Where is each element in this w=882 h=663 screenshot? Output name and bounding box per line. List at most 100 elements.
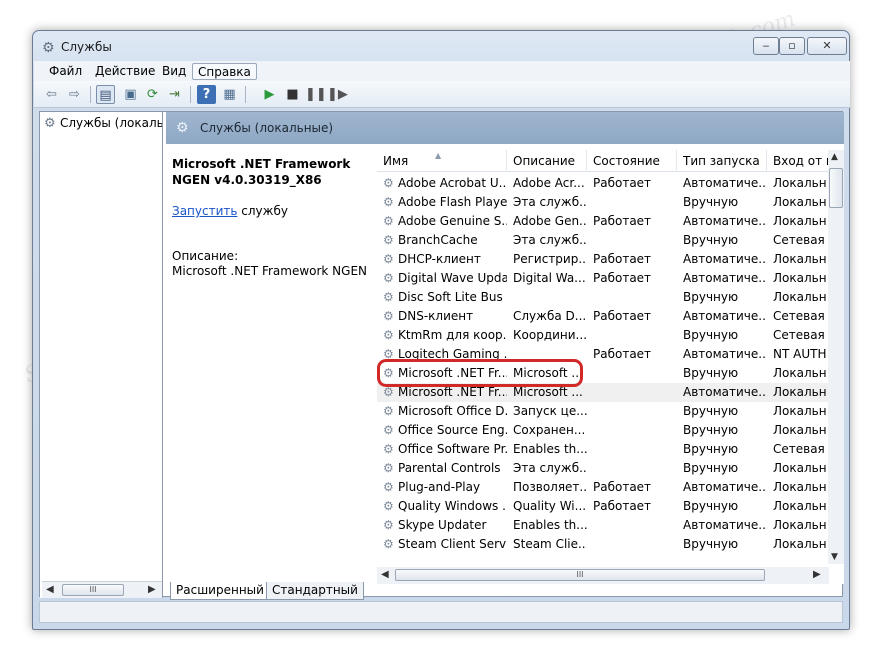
menu-view[interactable]: Вид (157, 63, 191, 80)
gear-icon: ⚙ (383, 442, 394, 456)
table-row[interactable]: ⚙ BranchCache Эта служб... Вручную Сетевая с (377, 231, 829, 250)
table-row[interactable]: ⚙ Disc Soft Lite Bus ... Вручную Локальн (377, 288, 829, 307)
cell-description: Регистрир... (513, 252, 587, 266)
cell-description: Эта служб... (513, 233, 587, 247)
cell-startup-type: Автоматиче... (683, 480, 767, 494)
cell-logon: Локальн (773, 366, 827, 380)
menu-action[interactable]: Действие (90, 63, 160, 80)
scroll-right-icon[interactable]: ▶ (813, 569, 821, 580)
table-row[interactable]: ⚙ Steam Client Servi... Steam Clie... Вручн… (377, 535, 829, 554)
gear-icon: ⚙ (383, 328, 394, 342)
close-button[interactable]: ✕ (807, 37, 847, 55)
column-header-status[interactable]: Состояние (587, 150, 677, 172)
table-row[interactable]: ⚙ Digital Wave Upda... Digital Wa... Работа… (377, 269, 829, 288)
gear-icon: ⚙ (383, 271, 394, 285)
cell-name: ⚙ BranchCache (383, 231, 507, 250)
minimize-button[interactable]: ‒ (753, 37, 779, 55)
cell-status: Работает (593, 271, 652, 285)
scroll-right-icon[interactable]: ▶ (148, 584, 156, 595)
start-service-link[interactable]: Запустить (172, 204, 237, 218)
cell-logon: Локальн (773, 271, 827, 285)
cell-description: Enables th... (513, 518, 587, 532)
scroll-up-icon[interactable]: ▲ (831, 152, 838, 162)
tab-extended[interactable]: Расширенный (170, 582, 270, 600)
table-row[interactable]: ⚙ Plug-and-Play Позволяет... Работает Автома… (377, 478, 829, 497)
refresh-icon[interactable]: ⟳ (143, 85, 162, 104)
console-tree-icon[interactable]: ▤ (96, 85, 115, 104)
cell-name: ⚙ Office Source Eng... (383, 421, 507, 440)
cell-status: Работает (593, 499, 652, 513)
back-arrow-icon[interactable]: ⇦ (42, 85, 61, 104)
scroll-thumb[interactable]: III (395, 569, 765, 581)
gear-icon: ⚙ (383, 499, 394, 513)
gear-icon: ⚙ (383, 423, 394, 437)
cell-logon: Локальн (773, 480, 827, 494)
table-row[interactable]: ⚙ Adobe Flash Playe... Эта служб... Вручную… (377, 193, 829, 212)
table-row[interactable]: ⚙ Quality Windows ... Quality Wi... Работае… (377, 497, 829, 516)
tree-item-label: Службы (локалы (60, 116, 162, 130)
window-title: Службы (61, 40, 112, 54)
gear-icon: ⚙ (383, 233, 394, 247)
tree-item-local-services[interactable]: ⚙ Службы (локалы (44, 116, 162, 131)
cell-name: ⚙ Microsoft Office D... (383, 402, 507, 421)
menu-file[interactable]: Файл (44, 63, 87, 80)
table-row[interactable]: ⚙ Office Source Eng... Сохранен... Вручную Л… (377, 421, 829, 440)
column-header-description[interactable]: Описание (507, 150, 587, 172)
scroll-down-icon[interactable]: ▼ (831, 552, 838, 562)
pause-icon[interactable]: ❚❚ (305, 85, 327, 104)
stop-icon[interactable]: ■ (283, 85, 302, 104)
table-row[interactable]: ⚙ Microsoft Office D... Запуск це... Вручну… (377, 402, 829, 421)
table-row[interactable]: ⚙ Parental Controls Эта служб... Вручную Лок… (377, 459, 829, 478)
scroll-left-icon[interactable]: ◀ (46, 584, 54, 595)
gear-icon: ⚙ (176, 120, 189, 136)
view-tabs: Расширенный Стандартный (166, 582, 844, 600)
cell-description: Позволяет... (513, 480, 587, 494)
export-icon[interactable]: ⇥ (165, 85, 184, 104)
title-bar[interactable]: ⚙ Службы ‒ ▫ ✕ (33, 31, 849, 61)
table-row[interactable]: ⚙ KtmRm для коор... Координи... Вручную Сете… (377, 326, 829, 345)
cell-logon: Локальн (773, 499, 827, 513)
forward-arrow-icon[interactable]: ⇨ (65, 85, 84, 104)
table-row[interactable]: ⚙ DNS-клиент Служба D... Работает Автоматиче… (377, 307, 829, 326)
table-row[interactable]: ⚙ Adobe Genuine S... Adobe Gen... Работает А… (377, 212, 829, 231)
tree-horizontal-scrollbar[interactable]: ◀ III ▶ (42, 581, 162, 598)
table-row[interactable]: ⚙ DHCP-клиент Регистрир... Работает Автомати… (377, 250, 829, 269)
table-row[interactable]: ⚙ Adobe Acrobat U... Adobe Acr... Работает А… (377, 174, 829, 193)
table-row[interactable]: ⚙ Skype Updater Enables th... Автоматиче...… (377, 516, 829, 535)
service-name: BranchCache (398, 233, 478, 247)
list-vertical-scrollbar[interactable]: ▲ ▼ (828, 150, 844, 564)
cell-name: ⚙ Adobe Flash Playe... (383, 193, 507, 212)
properties-icon[interactable]: ▣ (121, 85, 140, 104)
gear-icon: ⚙ (383, 480, 394, 494)
column-header-logon[interactable]: Вход от и (767, 150, 829, 172)
view-icon[interactable]: ▦ (220, 85, 239, 104)
scroll-left-icon[interactable]: ◀ (381, 569, 389, 580)
services-pane: ⚙ Службы (локальные) Microsoft .NET Fram… (166, 112, 844, 600)
tab-standard[interactable]: Стандартный (266, 582, 364, 600)
gear-icon: ⚙ (383, 309, 394, 323)
toolbar-separator (190, 86, 191, 103)
maximize-button[interactable]: ▫ (779, 37, 805, 55)
play-icon[interactable]: ▶ (260, 85, 279, 104)
cell-name: ⚙ Parental Controls (383, 459, 507, 478)
gear-icon: ⚙ (383, 461, 394, 475)
resume-icon[interactable]: ❚▶ (327, 85, 348, 104)
column-header-name[interactable]: ▲ Имя (377, 150, 507, 172)
cell-description: Adobe Gen... (513, 214, 587, 228)
service-name: Parental Controls (398, 461, 501, 475)
menu-help[interactable]: Справка (192, 63, 257, 80)
service-name: Microsoft Office D... (398, 404, 507, 418)
column-header-startup-type[interactable]: Тип запуска (677, 150, 767, 172)
cell-name: ⚙ Quality Windows ... (383, 497, 507, 516)
gear-icon: ⚙ (42, 40, 55, 56)
list-horizontal-scrollbar[interactable]: ◀ III ▶ (377, 567, 829, 584)
client-area: ⚙ Службы (локалы ◀ III ▶ ⚙ Службы (локаль… (39, 111, 844, 600)
scroll-thumb[interactable]: III (62, 584, 124, 596)
extended-description-panel: Microsoft .NET Framework NGEN v4.0.30319… (166, 144, 376, 584)
scroll-thumb[interactable] (829, 168, 843, 208)
highlight-annotation (377, 359, 583, 387)
table-row[interactable]: ⚙ Office Software Pr... Enables th... Вручн… (377, 440, 829, 459)
cell-startup-type: Вручную (683, 461, 739, 475)
help-icon[interactable]: ? (197, 85, 216, 104)
cell-description: Служба D... (513, 309, 587, 323)
